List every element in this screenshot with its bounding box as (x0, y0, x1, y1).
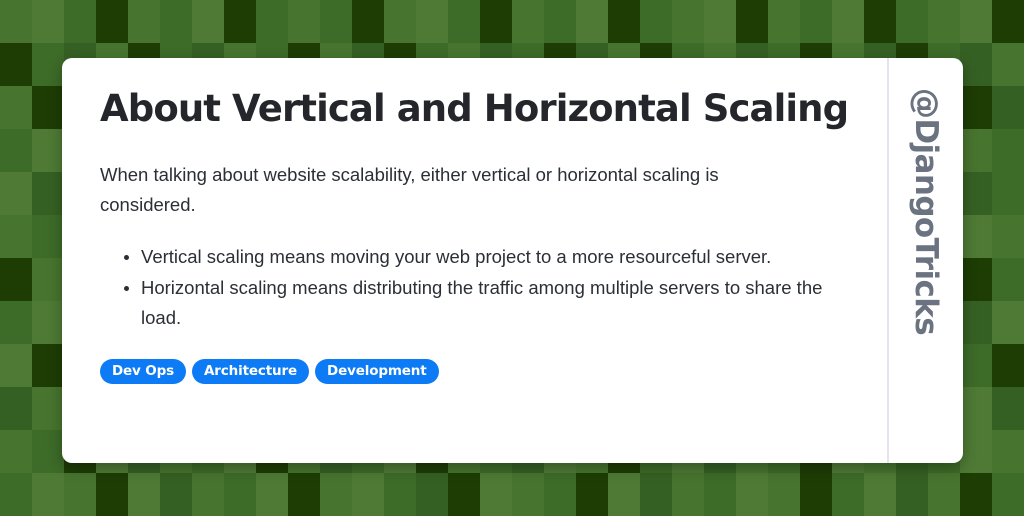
watermark-sidebar: @DjangoTricks (887, 58, 963, 463)
scaling-bullet-list: Vertical scaling means moving your web p… (100, 242, 847, 332)
watermark-handle-label: @DjangoTricks (908, 88, 944, 336)
article-card: About Vertical and Horizontal Scaling Wh… (62, 58, 963, 463)
list-item: Vertical scaling means moving your web p… (124, 242, 847, 272)
watermark: @DjangoTricks (889, 88, 963, 339)
tag-badge-dev-ops[interactable]: Dev Ops (100, 358, 186, 384)
card-content-area: About Vertical and Horizontal Scaling Wh… (62, 58, 887, 463)
tag-badge-architecture[interactable]: Architecture (192, 358, 310, 384)
intro-paragraph: When talking about website scalability, … (100, 164, 719, 216)
tag-badge-development[interactable]: Development (315, 358, 439, 384)
tag-list: Dev Ops Architecture Development (100, 358, 847, 384)
list-item: Horizontal scaling means distributing th… (124, 273, 847, 333)
page-title: About Vertical and Horizontal Scaling (100, 87, 849, 130)
